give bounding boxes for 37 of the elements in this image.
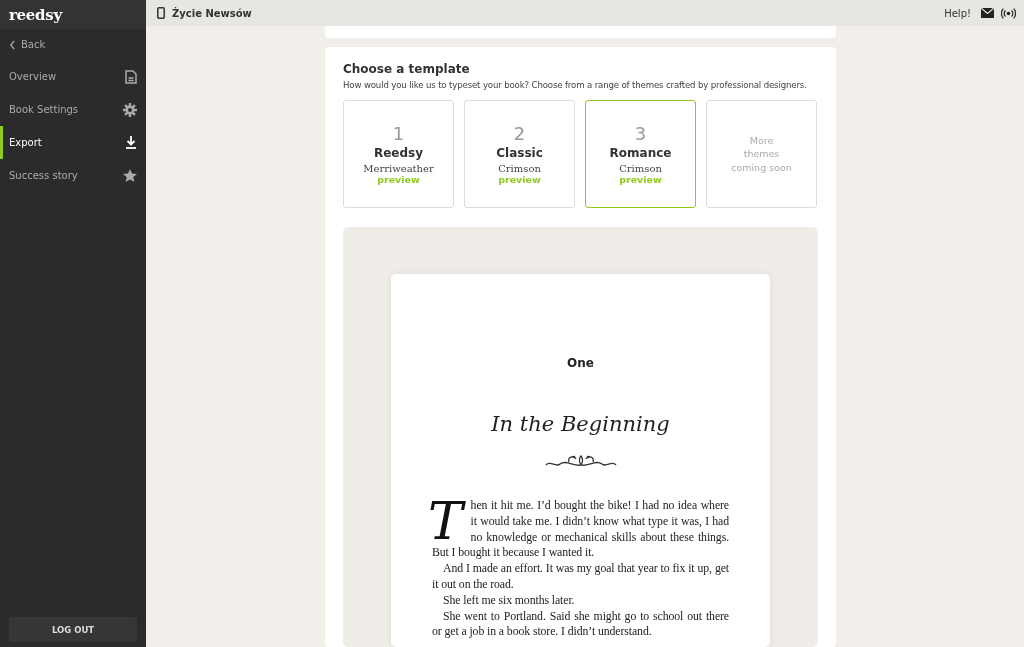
back-link[interactable]: Back — [0, 29, 146, 60]
template-name: Reedsy — [373, 146, 424, 161]
template-card[interactable]: 2 Classic Crimson preview — [464, 100, 575, 208]
placeholder-text: More — [749, 134, 774, 148]
chapter-title: In the Beginning — [491, 412, 670, 436]
placeholder-text: themes — [743, 147, 780, 161]
sidebar-item[interactable]: Success story — [0, 159, 146, 192]
star-icon — [123, 169, 137, 182]
placeholder-text: coming soon — [731, 160, 792, 174]
body-paragraph: And I made an effort. It was my goal that year to fix it up, get it out on the road. — [432, 561, 729, 593]
mail-icon[interactable] — [981, 8, 994, 18]
template-font: Merriweather — [363, 163, 434, 175]
body-paragraph: She left me six months later. — [442, 592, 576, 609]
document-icon — [125, 69, 137, 84]
gear-icon — [123, 102, 137, 117]
template-number: 1 — [392, 122, 405, 145]
template-card[interactable]: 1 Reedsy Merriweather preview — [343, 100, 454, 208]
section-title: Choose a template — [343, 62, 471, 76]
body-paragraph: She went to Portland. Said she might go to school out there or get a job in a book store. I didn’t understand. — [432, 608, 729, 641]
help-link[interactable]: Help! — [944, 7, 971, 19]
template-font: Crimson — [619, 163, 662, 175]
section-subtitle: How would you like us to typeset your book? Choose from a range of themes crafted by professional designers. — [343, 80, 808, 90]
template-font: Crimson — [498, 163, 541, 175]
download-icon — [125, 136, 137, 149]
tablet-icon — [157, 7, 165, 19]
broadcast-icon[interactable] — [1001, 7, 1016, 19]
logout-button[interactable]: LOG OUT — [9, 617, 137, 642]
template-name: Classic — [496, 146, 543, 161]
template-name: Romance — [609, 146, 672, 161]
template-card[interactable]: 3 Romance Crimson preview — [585, 100, 696, 208]
chevron-left-icon — [9, 39, 16, 50]
book-title: Życie Newsów — [172, 7, 252, 19]
chapter-number: One — [567, 356, 594, 370]
sidebar-item[interactable]: Overview — [0, 60, 146, 93]
template-number: 3 — [634, 122, 647, 145]
sidebar-item[interactable]: Book Settings — [0, 93, 146, 126]
template-number: 2 — [513, 122, 526, 145]
